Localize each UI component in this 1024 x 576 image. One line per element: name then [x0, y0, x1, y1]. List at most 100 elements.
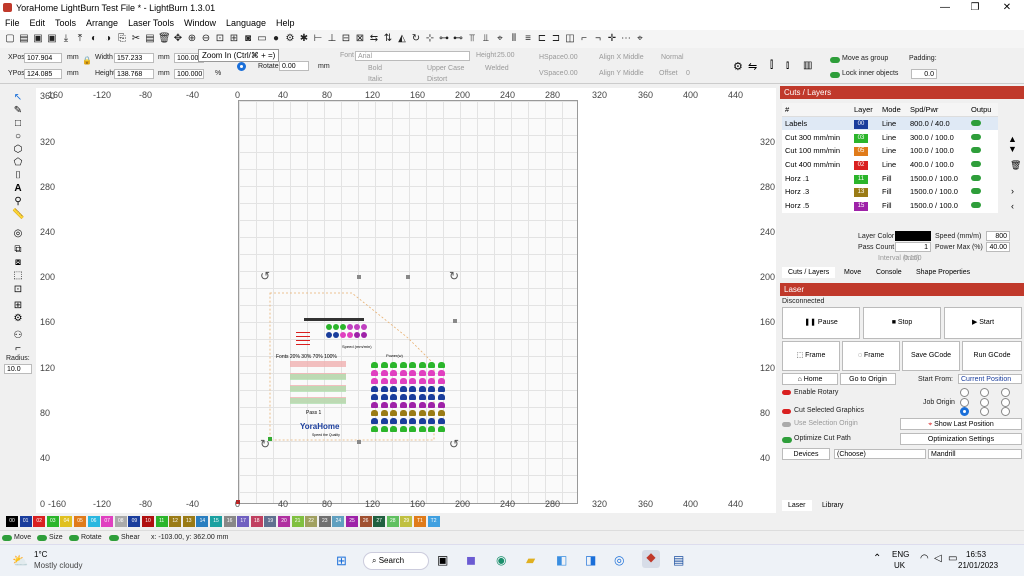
rotate-handle-tl[interactable]: ↺ [260, 269, 270, 283]
palette-swatch[interactable]: 24 [332, 516, 345, 527]
rectangle-icon[interactable]: □ [12, 118, 24, 130]
aligny-select[interactable]: Middle [623, 70, 644, 77]
clock-time[interactable]: 16:53 [966, 550, 986, 559]
workspace-canvas[interactable]: Fonts 20% 30% 70% 100% Power(w) Speed (m… [36, 88, 776, 513]
save-icon[interactable]: ▣ [32, 33, 44, 45]
menu-language[interactable]: Language [221, 18, 271, 28]
rotate-icon[interactable]: ↻ [410, 33, 422, 45]
output-toggle[interactable] [971, 120, 982, 127]
save-as-icon[interactable]: ▣ [46, 33, 58, 45]
pin-icon[interactable]: ⚲ [12, 196, 24, 208]
cut-selected-toggle[interactable] [782, 409, 791, 414]
palette-swatch[interactable]: 21 [291, 516, 304, 527]
align-mid-icon[interactable]: ⊶ [438, 33, 450, 45]
palette-swatch[interactable]: 04 [60, 516, 73, 527]
uppercase-toggle[interactable]: Upper Case [427, 65, 464, 72]
tray-chevron-icon[interactable]: ⌃ [873, 553, 881, 564]
grid-arrange-icon[interactable]: ⊐ [550, 33, 562, 45]
text-height-value[interactable]: 25.00 [497, 52, 515, 59]
align-center-icon[interactable]: ⊥ [326, 33, 338, 45]
show-last-position-button[interactable]: ⌖ Show Last Position [900, 418, 1022, 430]
delete-icon[interactable]: 🗑 [158, 33, 171, 45]
frame-icon[interactable]: ⌷ [12, 170, 24, 182]
palette-swatch[interactable]: 18 [250, 516, 263, 527]
weld-icon[interactable]: ⚇ [12, 330, 24, 342]
height-percent-input[interactable]: 100.000 [174, 69, 204, 79]
flip-v-icon[interactable]: ⇅ [382, 33, 394, 45]
close-icon[interactable]: ✕ [992, 0, 1022, 16]
vspace-value[interactable]: 0.00 [564, 70, 578, 77]
ellipse-icon[interactable]: ○ [12, 131, 24, 143]
trace-icon[interactable]: ⬚ [12, 270, 24, 282]
tools-icon[interactable]: ✱ [298, 33, 310, 45]
corner-icon[interactable]: ⌐ [578, 33, 590, 45]
device-choose-select[interactable]: (Choose) [834, 449, 926, 459]
origin-radio-mc[interactable] [980, 398, 989, 407]
layer-mode[interactable]: Fill [879, 185, 907, 199]
palette-swatch[interactable]: 27 [373, 516, 386, 527]
palette-swatch[interactable]: 19 [264, 516, 277, 527]
edit-nodes-icon[interactable]: ✎ [12, 105, 24, 117]
tab-console[interactable]: Console [870, 267, 908, 278]
origin-radio-bl[interactable] [960, 407, 969, 416]
monitor-icon[interactable]: ▭ [256, 33, 268, 45]
weather-icon[interactable]: ⛅ [12, 553, 28, 569]
tab-shape-properties[interactable]: Shape Properties [910, 267, 976, 278]
frame-button-2[interactable]: ◌ Frame [842, 341, 900, 371]
layer-color-swatch[interactable] [895, 231, 931, 241]
palette-swatch[interactable]: 03 [46, 516, 59, 527]
minimize-icon[interactable]: — [930, 0, 960, 16]
go-to-origin-button[interactable]: Go to Origin [840, 373, 896, 385]
line-icon[interactable]: ⬠ [12, 157, 24, 169]
align-left-icon[interactable]: ⊢ [312, 33, 324, 45]
undo-icon[interactable]: ◐ [88, 33, 100, 45]
layer-row[interactable]: Cut 300 mm/min 03 Line 300.0 / 100.0 [782, 130, 998, 144]
import-icon[interactable]: ⤓ [60, 33, 72, 45]
ypos-input[interactable]: 124.085 [24, 69, 62, 79]
bold-toggle[interactable]: Bold [368, 65, 382, 72]
anchor-radio[interactable] [237, 62, 246, 71]
lock-inner-toggle[interactable] [830, 72, 840, 78]
rotary-toggle[interactable] [782, 390, 791, 395]
group-icon[interactable]: ⊟ [340, 33, 352, 45]
circle-tool-icon[interactable]: ◎ [12, 228, 24, 240]
wifi-icon[interactable]: ◠ [920, 553, 929, 564]
menu-help[interactable]: Help [271, 18, 300, 28]
palette-swatch[interactable]: 14 [196, 516, 209, 527]
resize-handle-right[interactable] [453, 319, 457, 323]
redo-icon[interactable]: ◑ [102, 33, 114, 45]
origin-radio-tc[interactable] [980, 388, 989, 397]
origin-radio-br[interactable] [1001, 407, 1010, 416]
start-from-select[interactable]: Current Position [958, 374, 1022, 384]
trash-icon[interactable]: 🗑 [1010, 160, 1021, 171]
palette-swatch[interactable]: 01 [19, 516, 32, 527]
palette-swatch[interactable]: 16 [223, 516, 236, 527]
distort-toggle[interactable]: Distort [427, 76, 447, 83]
pass-count-input[interactable]: 1 [895, 242, 931, 252]
move-group-toggle[interactable] [830, 57, 840, 63]
settings-icon[interactable]: ⚙ [284, 33, 296, 45]
outlook-icon[interactable]: ◨ [585, 553, 596, 567]
dist-v-icon[interactable]: ≡ [522, 33, 534, 45]
tab-move[interactable]: Move [838, 267, 867, 278]
palette-swatch[interactable]: 02 [33, 516, 46, 527]
layer-row[interactable]: Horz .5 15 Fill 1500.0 / 100.0 [782, 199, 998, 213]
move-icon[interactable]: ✥ [172, 33, 184, 45]
move-toggle[interactable] [2, 535, 12, 541]
move-down-icon[interactable]: ▼ [1008, 144, 1017, 154]
zoom-out-icon[interactable]: ⊖ [200, 33, 212, 45]
hspace-value[interactable]: 0.00 [564, 54, 578, 61]
grid-icon[interactable]: ⊡ [12, 284, 24, 296]
palette-swatch[interactable]: 23 [318, 516, 331, 527]
layer-row[interactable]: Horz .1 11 Fill 1500.0 / 100.0 [782, 171, 998, 185]
cut-icon[interactable]: ✂ [130, 33, 142, 45]
offset-value[interactable]: 0 [686, 70, 690, 77]
arrange-icon[interactable]: ⊏ [536, 33, 548, 45]
rotate-toggle[interactable] [69, 535, 79, 541]
ungroup-icon[interactable]: ⊠ [354, 33, 366, 45]
rotate-input[interactable]: 0.00 [279, 61, 309, 71]
menu-window[interactable]: Window [179, 18, 221, 28]
layer-row[interactable]: Cut 100 mm/min 05 Line 100.0 / 100.0 [782, 144, 998, 158]
copy-along-icon[interactable]: ⧉ [12, 244, 24, 256]
home-button[interactable]: ⌂ Home [782, 373, 838, 385]
